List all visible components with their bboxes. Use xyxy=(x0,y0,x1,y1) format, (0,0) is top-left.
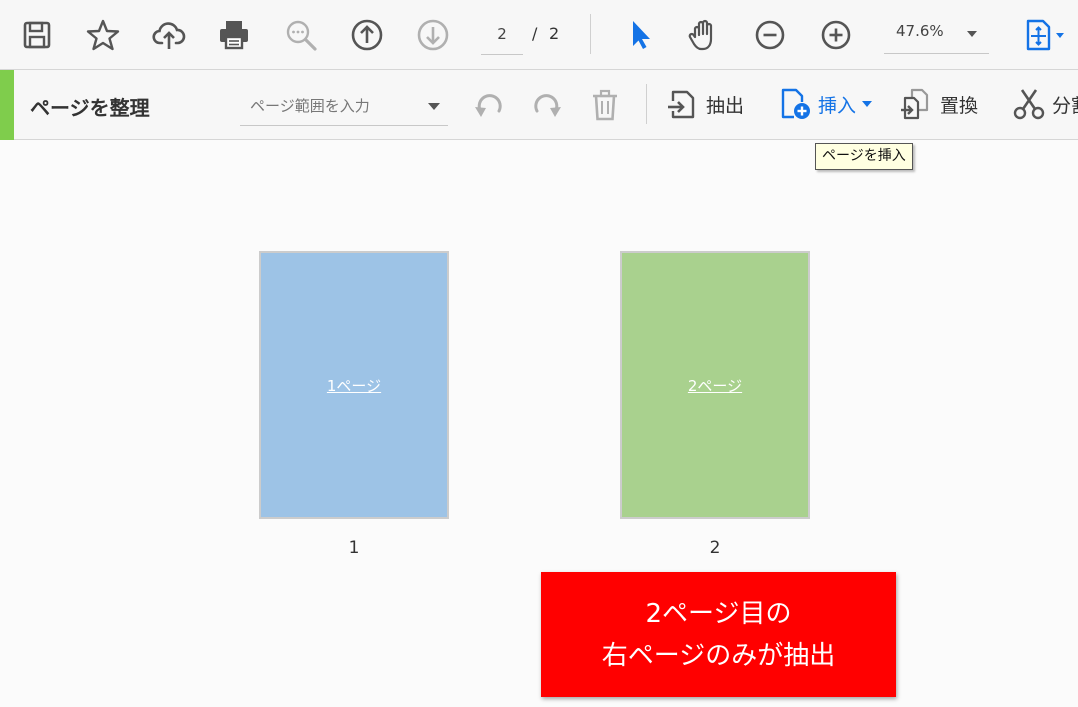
page-thumbnail-2[interactable]: 2ページ xyxy=(620,251,810,519)
star-icon[interactable] xyxy=(83,13,123,57)
current-page-input[interactable]: 2 xyxy=(481,17,523,55)
cursor-icon[interactable] xyxy=(620,13,660,57)
split-label: 分割 xyxy=(1052,94,1078,117)
arrow-down-icon[interactable] xyxy=(413,13,453,57)
page-range-input[interactable]: ページ範囲を入力 xyxy=(240,86,448,126)
organize-pages-toolbar: ページを整理 ページ範囲を入力 抽出 挿入 置換 分割 xyxy=(0,70,1078,140)
page-thumbnail-label: 1ページ xyxy=(326,376,382,395)
hand-icon[interactable] xyxy=(684,13,724,57)
trash-icon[interactable] xyxy=(586,86,624,124)
cloud-upload-icon[interactable] xyxy=(149,13,189,57)
scissors-icon xyxy=(1013,89,1045,120)
extract-label: 抽出 xyxy=(706,94,745,117)
page-thumbnail-label: 2ページ xyxy=(687,376,743,395)
toolbar-divider xyxy=(590,14,591,54)
zoom-level-select[interactable]: 47.6% xyxy=(884,14,989,54)
page-thumbnail-1[interactable]: 1ページ xyxy=(259,251,449,519)
split-button[interactable]: 分割 xyxy=(1012,84,1078,124)
zoom-search-icon[interactable] xyxy=(281,13,321,57)
page-number-label: 2 xyxy=(709,538,721,558)
chevron-down-icon xyxy=(967,31,977,37)
page-separator: / xyxy=(532,24,538,43)
page-range-placeholder: ページ範囲を入力 xyxy=(250,97,370,115)
page-number-label: 1 xyxy=(348,538,360,558)
extract-icon xyxy=(668,90,695,119)
replace-label: 置換 xyxy=(940,94,979,117)
annotation-callout: 2ページ目の 右ページのみが抽出 xyxy=(541,572,896,697)
replace-icon xyxy=(901,88,929,120)
rotate-left-icon[interactable] xyxy=(470,86,508,124)
zoom-level-value: 47.6% xyxy=(896,22,944,40)
rotate-right-icon[interactable] xyxy=(528,86,566,124)
replace-button[interactable]: 置換 xyxy=(900,84,978,124)
callout-line-2: 右ページのみが抽出 xyxy=(601,640,836,671)
insert-page-icon xyxy=(781,88,810,119)
zoom-in-icon[interactable] xyxy=(816,13,856,57)
insert-button[interactable]: 挿入 xyxy=(778,84,873,124)
print-icon[interactable] xyxy=(214,13,254,57)
arrow-up-icon[interactable] xyxy=(347,13,387,57)
insert-tooltip: ページを挿入 xyxy=(815,143,913,170)
chevron-down-icon[interactable] xyxy=(428,103,440,110)
zoom-out-icon[interactable] xyxy=(750,13,790,57)
toolbar-divider xyxy=(646,84,647,124)
tool-accent-bar xyxy=(0,70,14,140)
callout-line-1: 2ページ目の xyxy=(645,598,792,629)
tool-title: ページを整理 xyxy=(30,96,150,120)
chevron-down-icon xyxy=(862,101,873,107)
fit-page-icon[interactable] xyxy=(1018,13,1072,57)
insert-label: 挿入 xyxy=(818,94,857,117)
main-toolbar: 2 / 2 47.6% xyxy=(0,0,1078,70)
extract-button[interactable]: 抽出 xyxy=(666,84,744,124)
save-icon[interactable] xyxy=(17,13,57,57)
total-pages: 2 xyxy=(549,24,560,43)
